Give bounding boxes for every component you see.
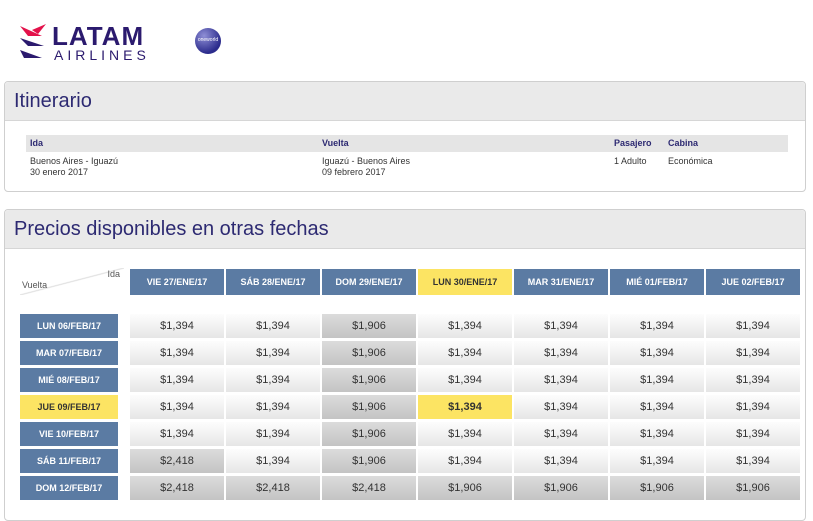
price-cell[interactable]: $1,394: [418, 422, 512, 446]
price-cell[interactable]: $1,906: [322, 449, 416, 473]
price-cell[interactable]: $1,394: [226, 314, 320, 338]
row-date-header[interactable]: DOM 12/FEB/17: [20, 476, 118, 500]
price-cell[interactable]: $1,394: [226, 449, 320, 473]
row-date-header[interactable]: MAR 07/FEB/17: [20, 341, 118, 365]
price-cell[interactable]: $1,394: [130, 314, 224, 338]
price-cell[interactable]: $1,394: [226, 395, 320, 419]
pasajero-value: 1 Adulto: [614, 156, 647, 166]
price-cell[interactable]: $1,394: [706, 449, 800, 473]
price-cell[interactable]: $1,906: [322, 395, 416, 419]
price-cell[interactable]: $1,906: [706, 476, 800, 500]
prices-panel: Precios disponibles en otras fechas Ida …: [4, 209, 806, 521]
column-date-header[interactable]: LUN 30/ENE/17: [418, 269, 512, 295]
price-cell[interactable]: $1,394: [610, 422, 704, 446]
price-cell[interactable]: $1,394: [514, 449, 608, 473]
brand-sub: AIRLINES: [54, 47, 150, 63]
price-cell[interactable]: $1,394: [610, 395, 704, 419]
page-header: LATAM AIRLINES oneworld: [0, 0, 813, 80]
price-cell[interactable]: $1,394: [130, 368, 224, 392]
price-cell[interactable]: $1,394: [418, 449, 512, 473]
column-date-header[interactable]: MIÉ 01/FEB/17: [610, 269, 704, 295]
vuelta-info: Iguazú - Buenos Aires 09 febrero 2017: [322, 156, 411, 177]
column-date-header[interactable]: VIE 27/ENE/17: [130, 269, 224, 295]
price-cell[interactable]: $2,418: [226, 476, 320, 500]
itinerary-panel: Itinerario Ida Vuelta Pasajero Cabina Bu…: [4, 81, 806, 192]
price-cell[interactable]: $1,394: [418, 368, 512, 392]
column-date-header[interactable]: JUE 02/FEB/17: [706, 269, 800, 295]
price-cell[interactable]: $1,394: [130, 422, 224, 446]
price-cell[interactable]: $1,394: [226, 368, 320, 392]
price-cell[interactable]: $1,906: [322, 368, 416, 392]
latam-logo-icon: [20, 24, 46, 58]
column-date-header[interactable]: SÁB 28/ENE/17: [226, 269, 320, 295]
itinerary-body-row: Buenos Aires - Iguazú 30 enero 2017 Iguaz…: [26, 152, 788, 182]
row-date-header[interactable]: VIE 10/FEB/17: [20, 422, 118, 446]
prices-title: Precios disponibles en otras fechas: [5, 210, 805, 249]
row-date-header[interactable]: JUE 09/FEB/17: [20, 395, 118, 419]
price-cell[interactable]: $1,394: [418, 341, 512, 365]
cabina-value: Económica: [668, 156, 713, 166]
price-cell[interactable]: $1,906: [610, 476, 704, 500]
price-cell[interactable]: $1,394: [706, 395, 800, 419]
price-cell[interactable]: $1,394: [226, 341, 320, 365]
ida-header: Ida: [30, 138, 44, 148]
price-cell[interactable]: $1,394: [130, 395, 224, 419]
row-date-header[interactable]: MIÉ 08/FEB/17: [20, 368, 118, 392]
price-cell[interactable]: $1,394: [706, 422, 800, 446]
cabina-header: Cabina: [668, 138, 699, 148]
column-date-header[interactable]: MAR 31/ENE/17: [514, 269, 608, 295]
itinerary-header-row: Ida Vuelta Pasajero Cabina: [26, 135, 788, 152]
price-cell[interactable]: $1,394: [514, 341, 608, 365]
corner-vuelta-label: Vuelta: [22, 280, 48, 290]
matrix-corner: Ida Vuelta: [20, 268, 124, 295]
itinerary-title: Itinerario: [5, 82, 805, 121]
price-cell[interactable]: $1,394: [706, 368, 800, 392]
price-cell[interactable]: $1,394: [226, 422, 320, 446]
price-cell[interactable]: $2,418: [130, 476, 224, 500]
pasajero-header: Pasajero: [614, 138, 652, 148]
price-cell[interactable]: $1,394: [130, 341, 224, 365]
price-cell[interactable]: $1,394: [514, 314, 608, 338]
price-cell[interactable]: $2,418: [130, 449, 224, 473]
column-date-header[interactable]: DOM 29/ENE/17: [322, 269, 416, 295]
ida-info: Buenos Aires - Iguazú 30 enero 2017: [30, 156, 119, 177]
price-cell[interactable]: $1,394: [706, 341, 800, 365]
price-cell[interactable]: $1,906: [322, 422, 416, 446]
price-cell[interactable]: $1,906: [322, 341, 416, 365]
price-cell[interactable]: $1,394: [418, 395, 512, 419]
price-cell[interactable]: $1,394: [514, 422, 608, 446]
vuelta-header: Vuelta: [322, 138, 349, 148]
oneworld-badge-icon: oneworld: [195, 28, 221, 54]
price-cell[interactable]: $1,394: [610, 341, 704, 365]
price-cell[interactable]: $1,394: [610, 449, 704, 473]
itinerary-table: Ida Vuelta Pasajero Cabina Buenos Aires …: [26, 135, 788, 182]
price-cell[interactable]: $1,906: [514, 476, 608, 500]
price-cell[interactable]: $1,906: [322, 314, 416, 338]
row-date-header[interactable]: LUN 06/FEB/17: [20, 314, 118, 338]
corner-ida-label: Ida: [107, 269, 120, 279]
price-cell[interactable]: $2,418: [322, 476, 416, 500]
price-cell[interactable]: $1,394: [418, 314, 512, 338]
price-cell[interactable]: $1,394: [706, 314, 800, 338]
price-cell[interactable]: $1,394: [610, 314, 704, 338]
price-cell[interactable]: $1,906: [418, 476, 512, 500]
price-cell[interactable]: $1,394: [610, 368, 704, 392]
price-cell[interactable]: $1,394: [514, 395, 608, 419]
row-date-header[interactable]: SÁB 11/FEB/17: [20, 449, 118, 473]
price-cell[interactable]: $1,394: [514, 368, 608, 392]
